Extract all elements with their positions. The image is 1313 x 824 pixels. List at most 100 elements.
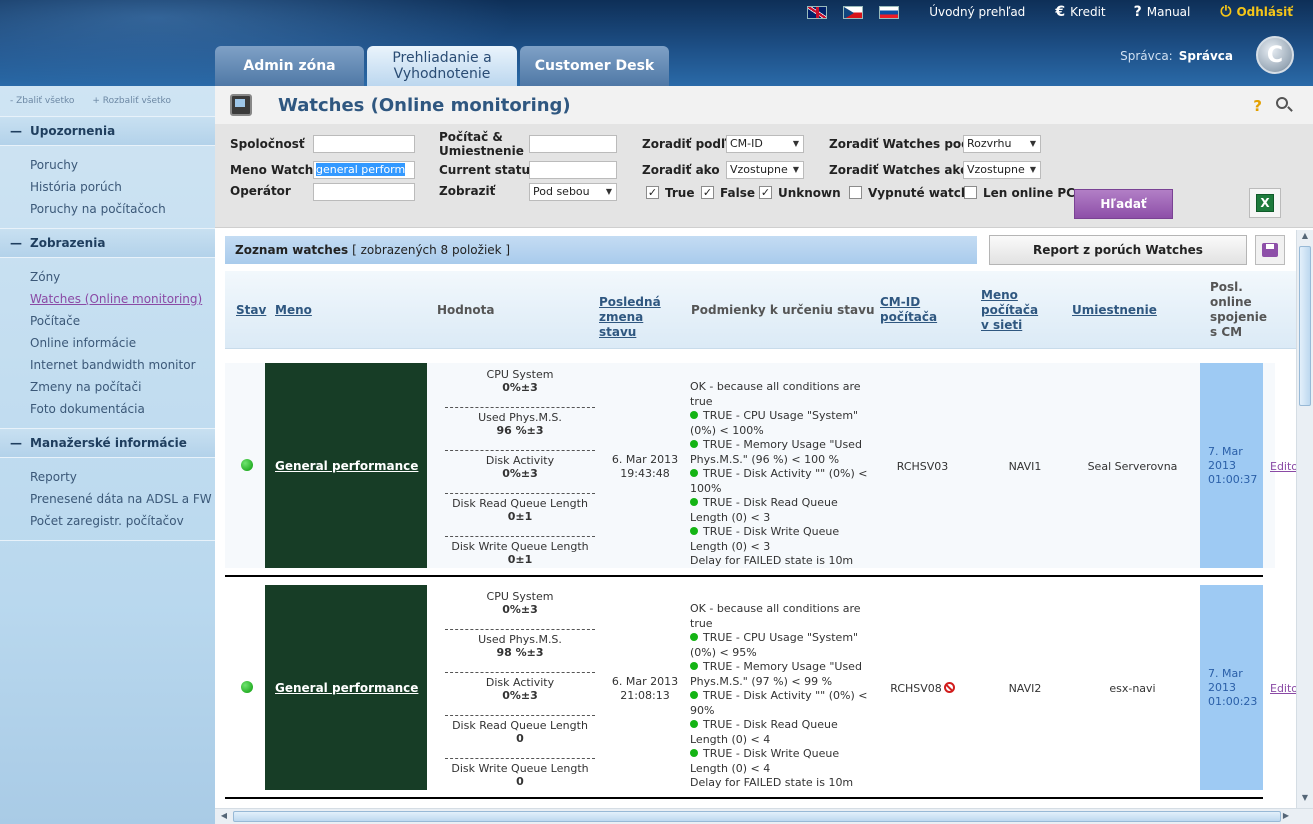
col-status[interactable]: Stav: [236, 303, 266, 318]
sidebar-item-watches[interactable]: Watches (Online monitoring): [30, 288, 215, 310]
overview-link[interactable]: Úvodný prehľad: [929, 5, 1025, 19]
true-checkbox[interactable]: ✓: [646, 186, 659, 199]
vertical-scrollbar[interactable]: ▲ ▼: [1296, 230, 1313, 808]
scroll-up-icon[interactable]: ▲: [1297, 231, 1313, 245]
tab-customer-desk[interactable]: Customer Desk: [520, 46, 669, 86]
report-button[interactable]: Report z porúch Watches: [989, 235, 1247, 265]
sidebar-item-online-info[interactable]: Online informácie: [30, 332, 215, 354]
false-checkbox[interactable]: ✓: [701, 186, 714, 199]
sidebar-item-faults[interactable]: Poruchy: [30, 154, 215, 176]
table-row: General performance CPU System 0%±3 Used …: [225, 585, 1300, 790]
value-label: Disk Activity: [485, 454, 555, 467]
sidebar-item-computers[interactable]: Počítače: [30, 310, 215, 332]
sidebar-item-bandwidth[interactable]: Internet bandwidth monitor: [30, 354, 215, 376]
operator-input[interactable]: [313, 183, 415, 201]
company-logo: C: [1256, 36, 1294, 74]
logout-label: Odhlásiť: [1236, 5, 1293, 19]
sort-watches-by-select[interactable]: Rozvrhu: [963, 135, 1041, 153]
sidebar-item-zones[interactable]: Zóny: [30, 266, 215, 288]
sort-as-select[interactable]: Vzostupne: [726, 161, 804, 179]
vertical-scroll-thumb[interactable]: [1299, 246, 1311, 406]
minus-icon: —: [10, 436, 22, 450]
value-group: CPU System 0%±3: [445, 587, 595, 630]
condition-text: TRUE - Disk Write Queue Length (0) < 4: [690, 747, 840, 775]
col-cmid[interactable]: CM-ID počítača: [880, 295, 940, 325]
cz-flag-icon[interactable]: [843, 5, 864, 19]
scroll-right-icon[interactable]: ▶: [1279, 809, 1293, 823]
disabled-watches-checkbox[interactable]: [849, 186, 862, 199]
sidebar-item-reports[interactable]: Reporty: [30, 466, 215, 488]
condition-text: TRUE - CPU Usage "System" (0%) < 95%: [690, 631, 859, 659]
horizontal-scroll-thumb[interactable]: [233, 811, 1281, 822]
watch-name-input[interactable]: general perform: [313, 161, 415, 179]
col-pc-name[interactable]: Meno počítača v sieti: [981, 288, 1047, 333]
status-ok-icon: [241, 681, 253, 693]
manual-link[interactable]: ? Manual: [1134, 4, 1191, 20]
pc-location-input[interactable]: [529, 135, 617, 153]
tab-admin-zone[interactable]: Admin zóna: [215, 46, 364, 86]
location-cell: Seal Serverovna: [1087, 460, 1178, 473]
true-dot-icon: [690, 527, 698, 535]
collapse-all-link[interactable]: - Zbaliť všetko: [10, 96, 74, 106]
sidebar-item-registered-pcs[interactable]: Počet zaregistr. počítačov: [30, 510, 215, 532]
section-title: Zobrazenia: [30, 236, 106, 250]
current-status-input[interactable]: [529, 161, 617, 179]
watch-name-link[interactable]: General performance: [275, 459, 418, 473]
euro-icon: €: [1055, 4, 1066, 20]
true-dot-icon: [690, 498, 698, 506]
condition-item: TRUE - CPU Usage "System" (0%) < 95%: [690, 631, 870, 660]
expand-all-link[interactable]: + Rozbaliť všetko: [92, 96, 171, 106]
value-label: CPU System: [486, 590, 554, 603]
main-content: Watches (Online monitoring) ? Spoločnosť…: [215, 86, 1313, 808]
sidebar-item-pc-faults[interactable]: Poruchy na počítačoch: [30, 198, 215, 220]
scroll-down-icon[interactable]: ▼: [1297, 793, 1313, 807]
col-last-change[interactable]: Posledná zmena stavu: [599, 295, 679, 340]
tab-browsing-evaluation[interactable]: Prehliadanie a Vyhodnotenie: [367, 46, 517, 86]
show-label: Zobraziť: [439, 184, 496, 198]
excel-icon: X: [1256, 194, 1274, 212]
search-button[interactable]: Hľadať: [1074, 189, 1173, 219]
logout-link[interactable]: ⏻ Odhlásiť: [1220, 4, 1293, 20]
manual-label: Manual: [1146, 5, 1191, 19]
value-number: 0%±3: [502, 603, 538, 616]
true-checkbox-label: True: [665, 186, 695, 200]
horizontal-scrollbar[interactable]: ◀ ▶: [215, 808, 1313, 824]
sort-watches-as-select[interactable]: Vzostupne: [963, 161, 1041, 179]
condition-text: TRUE - Disk Read Queue Length (0) < 4: [690, 718, 838, 746]
sidebar-item-transferred-data[interactable]: Prenesené dáta na ADSL a FW: [30, 488, 215, 510]
col-value: Hodnota: [437, 303, 495, 317]
admin-name[interactable]: Správca: [1179, 49, 1233, 63]
filter-panel: Spoločnosť Meno Watchu general perform O…: [215, 124, 1313, 228]
scroll-left-icon[interactable]: ◀: [217, 809, 231, 823]
row-separator: [225, 575, 1263, 577]
conditions-intro: OK - because all conditions are true: [690, 380, 861, 408]
show-select[interactable]: Pod sebou: [529, 183, 617, 201]
sidebar-section-management[interactable]: — Manažerské informácie: [0, 428, 215, 458]
pc-name-cell: NAVI1: [1008, 460, 1042, 473]
sort-watches-as-label: Zoradiť Watches ako: [829, 163, 969, 177]
online-pc-checkbox[interactable]: [964, 186, 977, 199]
credit-link[interactable]: € Kredit: [1055, 4, 1105, 20]
uk-flag-icon[interactable]: [807, 5, 828, 19]
unknown-checkbox[interactable]: ✓: [759, 186, 772, 199]
search-icon[interactable]: [1276, 97, 1288, 109]
help-icon[interactable]: ?: [1253, 97, 1262, 115]
excel-export-button[interactable]: X: [1249, 188, 1281, 218]
watch-name-link[interactable]: General performance: [275, 681, 418, 695]
sidebar-item-photo-docs[interactable]: Foto dokumentácia: [30, 398, 215, 420]
sk-flag-icon[interactable]: [879, 5, 900, 19]
sort-by-select[interactable]: CM-ID: [726, 135, 804, 153]
sidebar-section-views[interactable]: — Zobrazenia: [0, 228, 215, 258]
value-group: Disk Activity 0%±3: [445, 673, 595, 716]
pc-location-label: Počítač & Umiestnenie: [439, 130, 524, 158]
company-input[interactable]: [313, 135, 415, 153]
sidebar-section-alerts[interactable]: — Upozornenia: [0, 116, 215, 146]
save-button[interactable]: [1255, 235, 1285, 265]
section-title: Upozornenia: [30, 124, 116, 138]
sidebar-item-fault-history[interactable]: História porúch: [30, 176, 215, 198]
true-dot-icon: [690, 633, 698, 641]
sidebar-item-pc-changes[interactable]: Zmeny na počítači: [30, 376, 215, 398]
col-location[interactable]: Umiestnenie: [1072, 303, 1157, 318]
col-name[interactable]: Meno: [275, 303, 312, 318]
condition-item: TRUE - CPU Usage "System" (0%) < 100%: [690, 409, 870, 438]
